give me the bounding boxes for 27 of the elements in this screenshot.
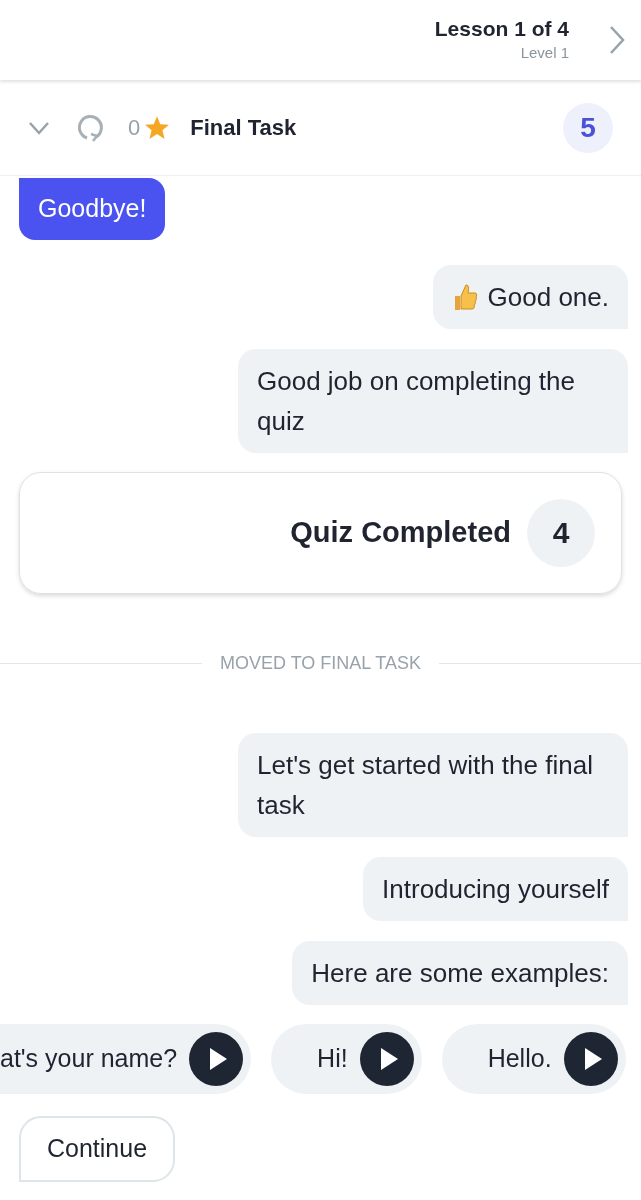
level-label: Level 1 bbox=[520, 42, 569, 63]
count-badge: 4 bbox=[527, 498, 595, 567]
star-count: 0 bbox=[128, 114, 141, 142]
sent-message: Goodbye! bbox=[19, 178, 166, 240]
message-text: Good job on completing the quiz bbox=[257, 364, 576, 438]
card-title: Quiz Completed bbox=[290, 514, 511, 550]
message-text: Introducing yourself bbox=[382, 872, 609, 906]
divider-label: MOVED TO FINAL TASK bbox=[218, 651, 423, 675]
lesson-title: Lesson 1 of 4 bbox=[434, 15, 569, 42]
continue-button[interactable]: Continue bbox=[19, 1115, 176, 1182]
example-phrase[interactable]: Hi! bbox=[271, 1023, 422, 1094]
chevron-down-icon[interactable] bbox=[28, 120, 50, 135]
play-icon[interactable] bbox=[189, 1031, 244, 1086]
phrase-text: at's your name? bbox=[0, 1042, 178, 1074]
example-phrase[interactable]: at's your name? bbox=[0, 1023, 252, 1094]
task-title: Final Task bbox=[190, 114, 297, 142]
star-icon bbox=[144, 115, 171, 140]
task-count-badge: 5 bbox=[563, 102, 613, 153]
message-text: Good one. bbox=[487, 280, 609, 314]
chevron-right-icon[interactable] bbox=[609, 25, 625, 55]
message-text: Let's get started with the final task bbox=[257, 748, 594, 822]
play-icon[interactable] bbox=[563, 1031, 618, 1086]
message-text: Here are some examples: bbox=[311, 956, 609, 990]
phrase-text: Hi! bbox=[317, 1042, 348, 1074]
play-icon[interactable] bbox=[359, 1031, 414, 1086]
phrase-text: Hello. bbox=[487, 1042, 552, 1074]
example-phrase[interactable]: Hello. bbox=[441, 1023, 626, 1094]
